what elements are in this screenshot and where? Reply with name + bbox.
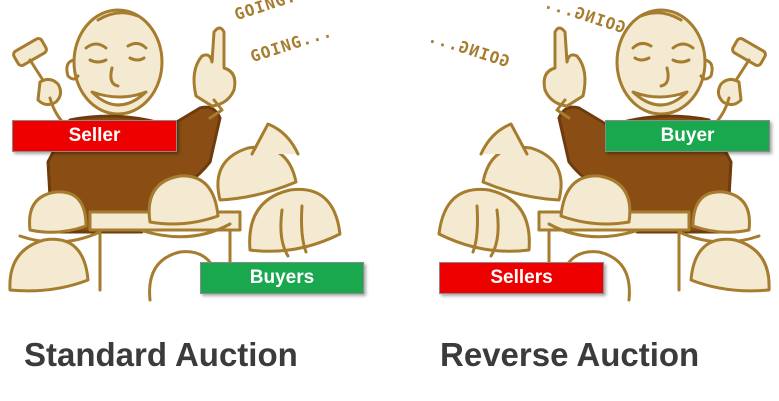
auctioneer-head — [615, 8, 714, 116]
buyer-label: Buyer — [605, 120, 770, 152]
auctioneer-head — [65, 8, 164, 116]
reverse-auction-caption: Reverse Auction — [440, 336, 700, 373]
reverse-auction-panel: GOING... GOING... Buyer Sellers — [409, 0, 779, 310]
standard-auction-panel: GOING... GOING... Seller Buyers — [0, 0, 370, 310]
standard-auction-caption: Standard Auction — [24, 336, 298, 373]
seller-label: Seller — [12, 120, 177, 152]
pointing-hand — [542, 26, 587, 120]
pointing-hand — [192, 26, 237, 120]
sellers-label: Sellers — [439, 262, 604, 294]
buyers-label: Buyers — [200, 262, 364, 294]
